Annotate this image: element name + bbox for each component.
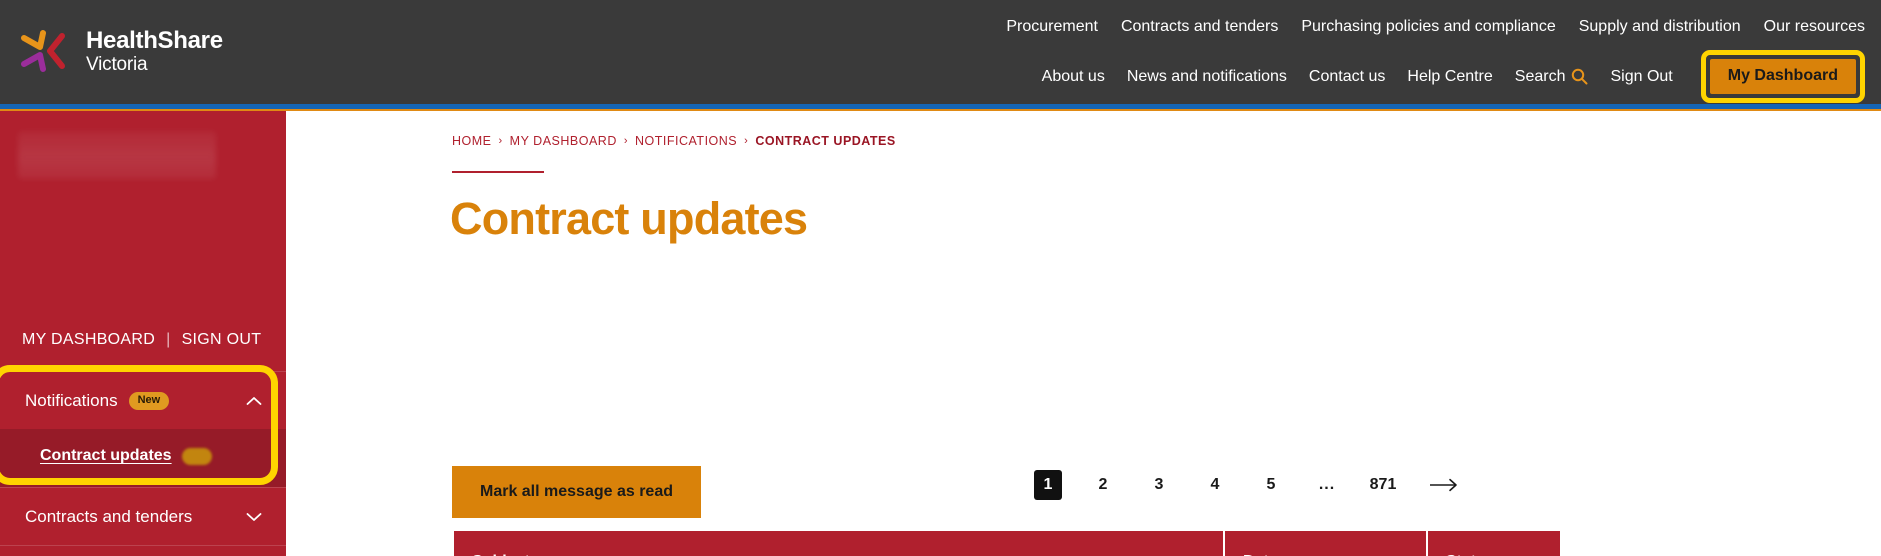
breadcrumb-item-notifications[interactable]: NOTIFICATIONS [635, 134, 737, 148]
brand-line-1: HealthShare [86, 26, 223, 54]
primary-nav: Procurement Contracts and tenders Purcha… [1006, 18, 1865, 36]
sidebar-item-contracts-and-tenders-label: Contracts and tenders [25, 506, 193, 526]
sidebar-nav: Notifications New Contract updates Contr… [0, 371, 286, 556]
pagination-page-2[interactable]: 2 [1089, 470, 1117, 500]
nav-item-supply-and-distribution[interactable]: Supply and distribution [1579, 18, 1741, 36]
brand-name: HealthShare Victoria [86, 26, 223, 75]
column-header-subject: Subject [454, 531, 1223, 556]
page-title: Contract updates [450, 193, 808, 244]
dashboard-sidebar: MY DASHBOARD | SIGN OUT Notifications Ne… [0, 111, 286, 556]
user-name-redacted [18, 131, 216, 179]
mark-all-read-button[interactable]: Mark all message as read [452, 466, 701, 518]
pagination-page-1[interactable]: 1 [1034, 470, 1062, 500]
contract-updates-table: Subject Date Status Beds, Mattresses, Pa… [452, 529, 1562, 556]
nav-item-contracts-and-tenders[interactable]: Contracts and tenders [1121, 18, 1278, 36]
column-header-status: Status [1427, 531, 1560, 556]
pagination-page-3[interactable]: 3 [1145, 470, 1173, 500]
site-logo[interactable]: HealthShare Victoria [20, 27, 223, 75]
chevron-down-icon [246, 512, 262, 521]
sidebar-subnav-notifications: Contract updates [0, 429, 286, 487]
notifications-new-badge: New [128, 391, 170, 410]
nav-item-about-us[interactable]: About us [1042, 68, 1105, 86]
title-divider [452, 171, 544, 173]
sidebar-my-dashboard-link[interactable]: MY DASHBOARD [22, 331, 155, 349]
column-header-date: Date [1224, 531, 1426, 556]
search-label: Search [1514, 67, 1566, 85]
sidebar-item-contracts-and-tenders[interactable]: Contracts and tenders [0, 487, 286, 545]
sign-out-link[interactable]: Sign Out [1610, 68, 1672, 86]
pagination-page-5[interactable]: 5 [1257, 470, 1285, 500]
pagination: 1 2 3 4 5 ... 871 [1034, 466, 1459, 504]
nav-item-our-resources[interactable]: Our resources [1764, 18, 1865, 36]
pagination-next-button[interactable] [1429, 478, 1459, 492]
breadcrumb-item-my-dashboard[interactable]: MY DASHBOARD [510, 134, 617, 148]
search-button[interactable]: Search [1515, 68, 1589, 86]
magnifier-icon [1572, 68, 1588, 85]
healthshare-chevron-logo-icon [21, 30, 65, 72]
my-dashboard-highlight-box: My Dashboard [1700, 50, 1865, 103]
sidebar-item-notifications-label: Notifications [25, 390, 118, 410]
account-links: MY DASHBOARD | SIGN OUT [22, 331, 261, 349]
nav-item-contact-us[interactable]: Contact us [1309, 68, 1385, 86]
sidebar-item-exemptions-portal[interactable]: Exemptions Portal [0, 545, 286, 556]
account-links-separator: | [166, 331, 171, 348]
main-content: HOME › MY DASHBOARD › NOTIFICATIONS › CO… [286, 111, 1881, 556]
nav-item-help-centre[interactable]: Help Centre [1407, 68, 1492, 86]
site-header: HealthShare Victoria Procurement Contrac… [0, 0, 1881, 104]
pagination-page-last[interactable]: 871 [1369, 470, 1397, 500]
secondary-nav: About us News and notifications Contact … [1042, 50, 1865, 103]
breadcrumb-separator: › [744, 135, 749, 147]
nav-item-procurement[interactable]: Procurement [1006, 18, 1098, 36]
breadcrumb-separator: › [498, 135, 503, 147]
breadcrumb-separator: › [623, 135, 629, 147]
table-header-row: Subject Date Status [454, 531, 1560, 556]
breadcrumb-item-current: CONTRACT UPDATES [755, 134, 896, 148]
pagination-page-4[interactable]: 4 [1201, 470, 1229, 500]
sidebar-item-notifications[interactable]: Notifications New [0, 371, 286, 429]
arrow-right-icon [1430, 478, 1457, 492]
table-head: Subject Date Status [454, 531, 1560, 556]
breadcrumb: HOME › MY DASHBOARD › NOTIFICATIONS › CO… [452, 134, 896, 148]
chevron-up-icon [246, 396, 262, 405]
sidebar-item-contract-updates[interactable]: Contract updates [0, 443, 286, 469]
sidebar-sign-out-link[interactable]: SIGN OUT [182, 331, 262, 349]
nav-item-news-and-notifications[interactable]: News and notifications [1127, 68, 1287, 86]
contract-updates-count-badge [181, 447, 212, 465]
page-body: MY DASHBOARD | SIGN OUT Notifications Ne… [0, 111, 1881, 556]
pagination-ellipsis: ... [1318, 476, 1336, 493]
sidebar-item-contract-updates-label[interactable]: Contract updates [40, 447, 172, 465]
my-dashboard-button[interactable]: My Dashboard [1709, 59, 1856, 94]
brand-line-2: Victoria [86, 53, 148, 75]
nav-item-purchasing-policies[interactable]: Purchasing policies and compliance [1301, 18, 1555, 36]
breadcrumb-item-home[interactable]: HOME [452, 134, 492, 148]
